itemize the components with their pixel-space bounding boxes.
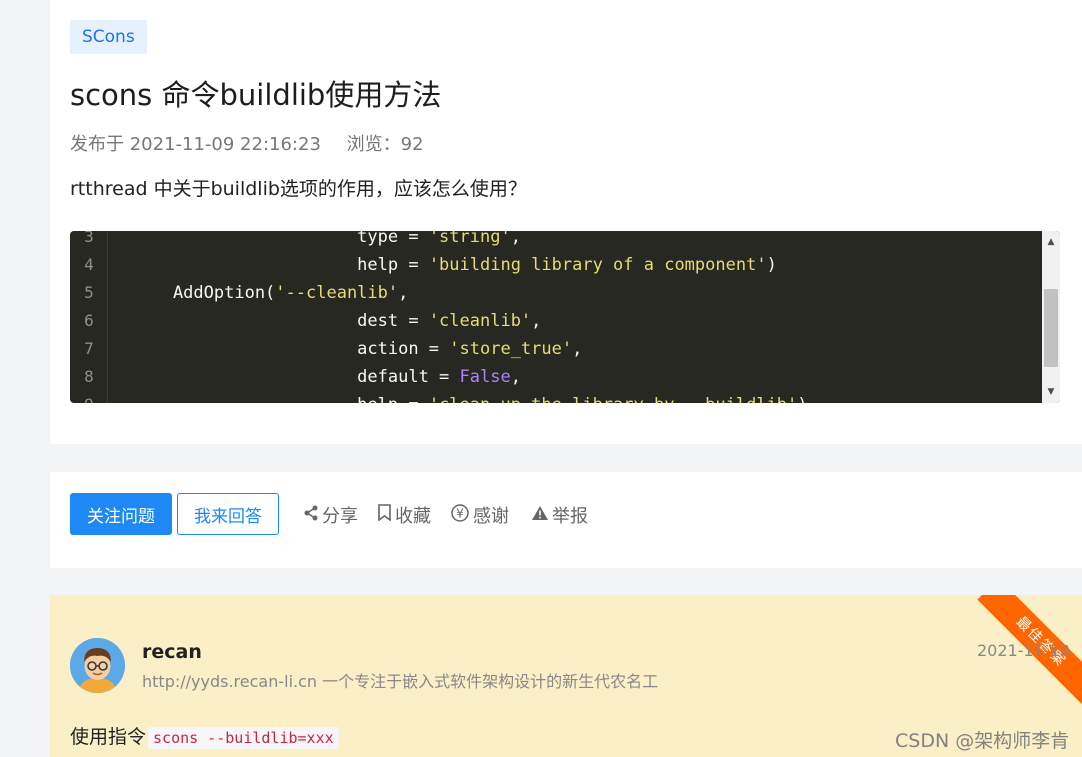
watermark: CSDN @架构师李肯	[895, 730, 1070, 752]
scroll-up-arrow-icon[interactable]: ▲	[1042, 233, 1060, 251]
code-token: '--cleanlib'	[275, 283, 399, 303]
code-token: ,	[510, 367, 521, 387]
tag-scons[interactable]: SCons	[70, 20, 147, 54]
code-source: AddOption('--cleanlib',	[132, 279, 408, 307]
scroll-down-arrow-icon[interactable]: ▼	[1042, 383, 1060, 401]
answer-username[interactable]: recan	[142, 641, 202, 663]
code-token: ,	[531, 311, 542, 331]
code-line: 5 AddOption('--cleanlib',	[70, 279, 1042, 307]
view-count: 浏览：92	[346, 134, 424, 155]
code-token: help =	[132, 255, 429, 275]
line-number: 6	[84, 311, 94, 330]
code-source: dest = 'cleanlib',	[132, 307, 541, 335]
favorite-label: 收藏	[395, 506, 431, 527]
code-block[interactable]: 3 type = 'string', 4 help = 'building lib…	[70, 231, 1060, 403]
scroll-thumb[interactable]	[1044, 289, 1058, 367]
code-source: help = 'clean up the library by --buildl…	[132, 391, 807, 403]
answer-inline-code: scons --buildlib=xxx	[148, 727, 339, 749]
share-action[interactable]: 分享	[303, 502, 358, 528]
post-date: 发布于 2021-11-09 22:16:23	[70, 134, 321, 155]
avatar[interactable]	[70, 638, 125, 693]
answer-intro: 使用指令	[70, 726, 147, 748]
share-icon	[303, 505, 319, 526]
code-token: 'cleanlib'	[428, 311, 532, 331]
favorite-action[interactable]: 收藏	[377, 502, 431, 528]
line-number: 5	[84, 283, 94, 302]
code-source: default = False,	[132, 363, 521, 391]
code-lines: 3 type = 'string', 4 help = 'building lib…	[70, 231, 1042, 403]
code-line: 8 default = False,	[70, 363, 1042, 391]
question-title: scons 命令buildlib使用方法	[70, 78, 442, 112]
code-token: 'string'	[428, 231, 511, 247]
line-number: 8	[84, 367, 94, 386]
code-token: 'building library of a component'	[428, 255, 767, 275]
code-line: 9 help = 'clean up the library by --buil…	[70, 391, 1042, 403]
question-card: SCons scons 命令buildlib使用方法 发布于 2021-11-0…	[50, 0, 1082, 444]
actions-bar: 关注问题 我来回答 分享 收藏 ¥ 感谢 举报	[50, 472, 1082, 568]
line-number: 4	[84, 255, 94, 274]
code-token: )	[766, 255, 777, 275]
thanks-label: 感谢	[473, 506, 509, 527]
share-label: 分享	[322, 506, 358, 527]
code-token: False	[459, 367, 511, 387]
code-token: ,	[572, 339, 583, 359]
code-source: help = 'building library of a component'…	[132, 251, 777, 279]
code-token: default =	[132, 367, 460, 387]
report-action[interactable]: 举报	[531, 502, 588, 528]
answer-text: 使用指令 scons --buildlib=xxx	[70, 722, 339, 749]
code-scrollbar[interactable]: ▲ ▼	[1042, 231, 1060, 403]
code-token: action =	[132, 339, 450, 359]
coin-icon: ¥	[450, 503, 470, 528]
answer-user-bio[interactable]: http://yyds.recan-li.cn 一个专注于嵌入式软件架构设计的新…	[142, 668, 658, 692]
svg-text:¥: ¥	[456, 506, 464, 520]
warning-icon	[531, 505, 549, 526]
report-label: 举报	[552, 506, 588, 527]
code-token: help =	[132, 395, 429, 403]
code-token: ,	[510, 231, 521, 247]
follow-question-button[interactable]: 关注问题	[70, 493, 172, 535]
code-line: 4 help = 'building library of a componen…	[70, 251, 1042, 279]
code-source: type = 'string',	[132, 231, 521, 251]
answer-date: 2021-11-10	[977, 641, 1070, 660]
thanks-action[interactable]: ¥ 感谢	[450, 502, 509, 528]
code-token: )	[797, 395, 807, 403]
code-line: 3 type = 'string',	[70, 231, 1042, 251]
code-token: AddOption(	[132, 283, 276, 303]
answer-button[interactable]: 我来回答	[177, 493, 279, 535]
line-number: 3	[84, 231, 94, 246]
code-token: 'clean up the library by --buildlib'	[429, 395, 797, 403]
code-source: action = 'store_true',	[132, 335, 582, 363]
question-meta: 发布于 2021-11-09 22:16:23 浏览：92	[70, 130, 424, 156]
code-token: ,	[398, 283, 409, 303]
bookmark-icon	[377, 504, 392, 526]
code-line: 7 action = 'store_true',	[70, 335, 1042, 363]
best-answer-card: 最佳答案 recan http://yyds.recan-li.cn 一个专注于…	[50, 595, 1082, 757]
code-token: 'store_true'	[449, 339, 573, 359]
line-number: 7	[84, 339, 94, 358]
code-token: dest =	[132, 311, 429, 331]
question-body: rtthread 中关于buildlib选项的作用，应该怎么使用？	[70, 178, 527, 200]
code-token: type =	[132, 231, 429, 247]
line-number: 9	[70, 391, 108, 403]
code-line: 6 dest = 'cleanlib',	[70, 307, 1042, 335]
